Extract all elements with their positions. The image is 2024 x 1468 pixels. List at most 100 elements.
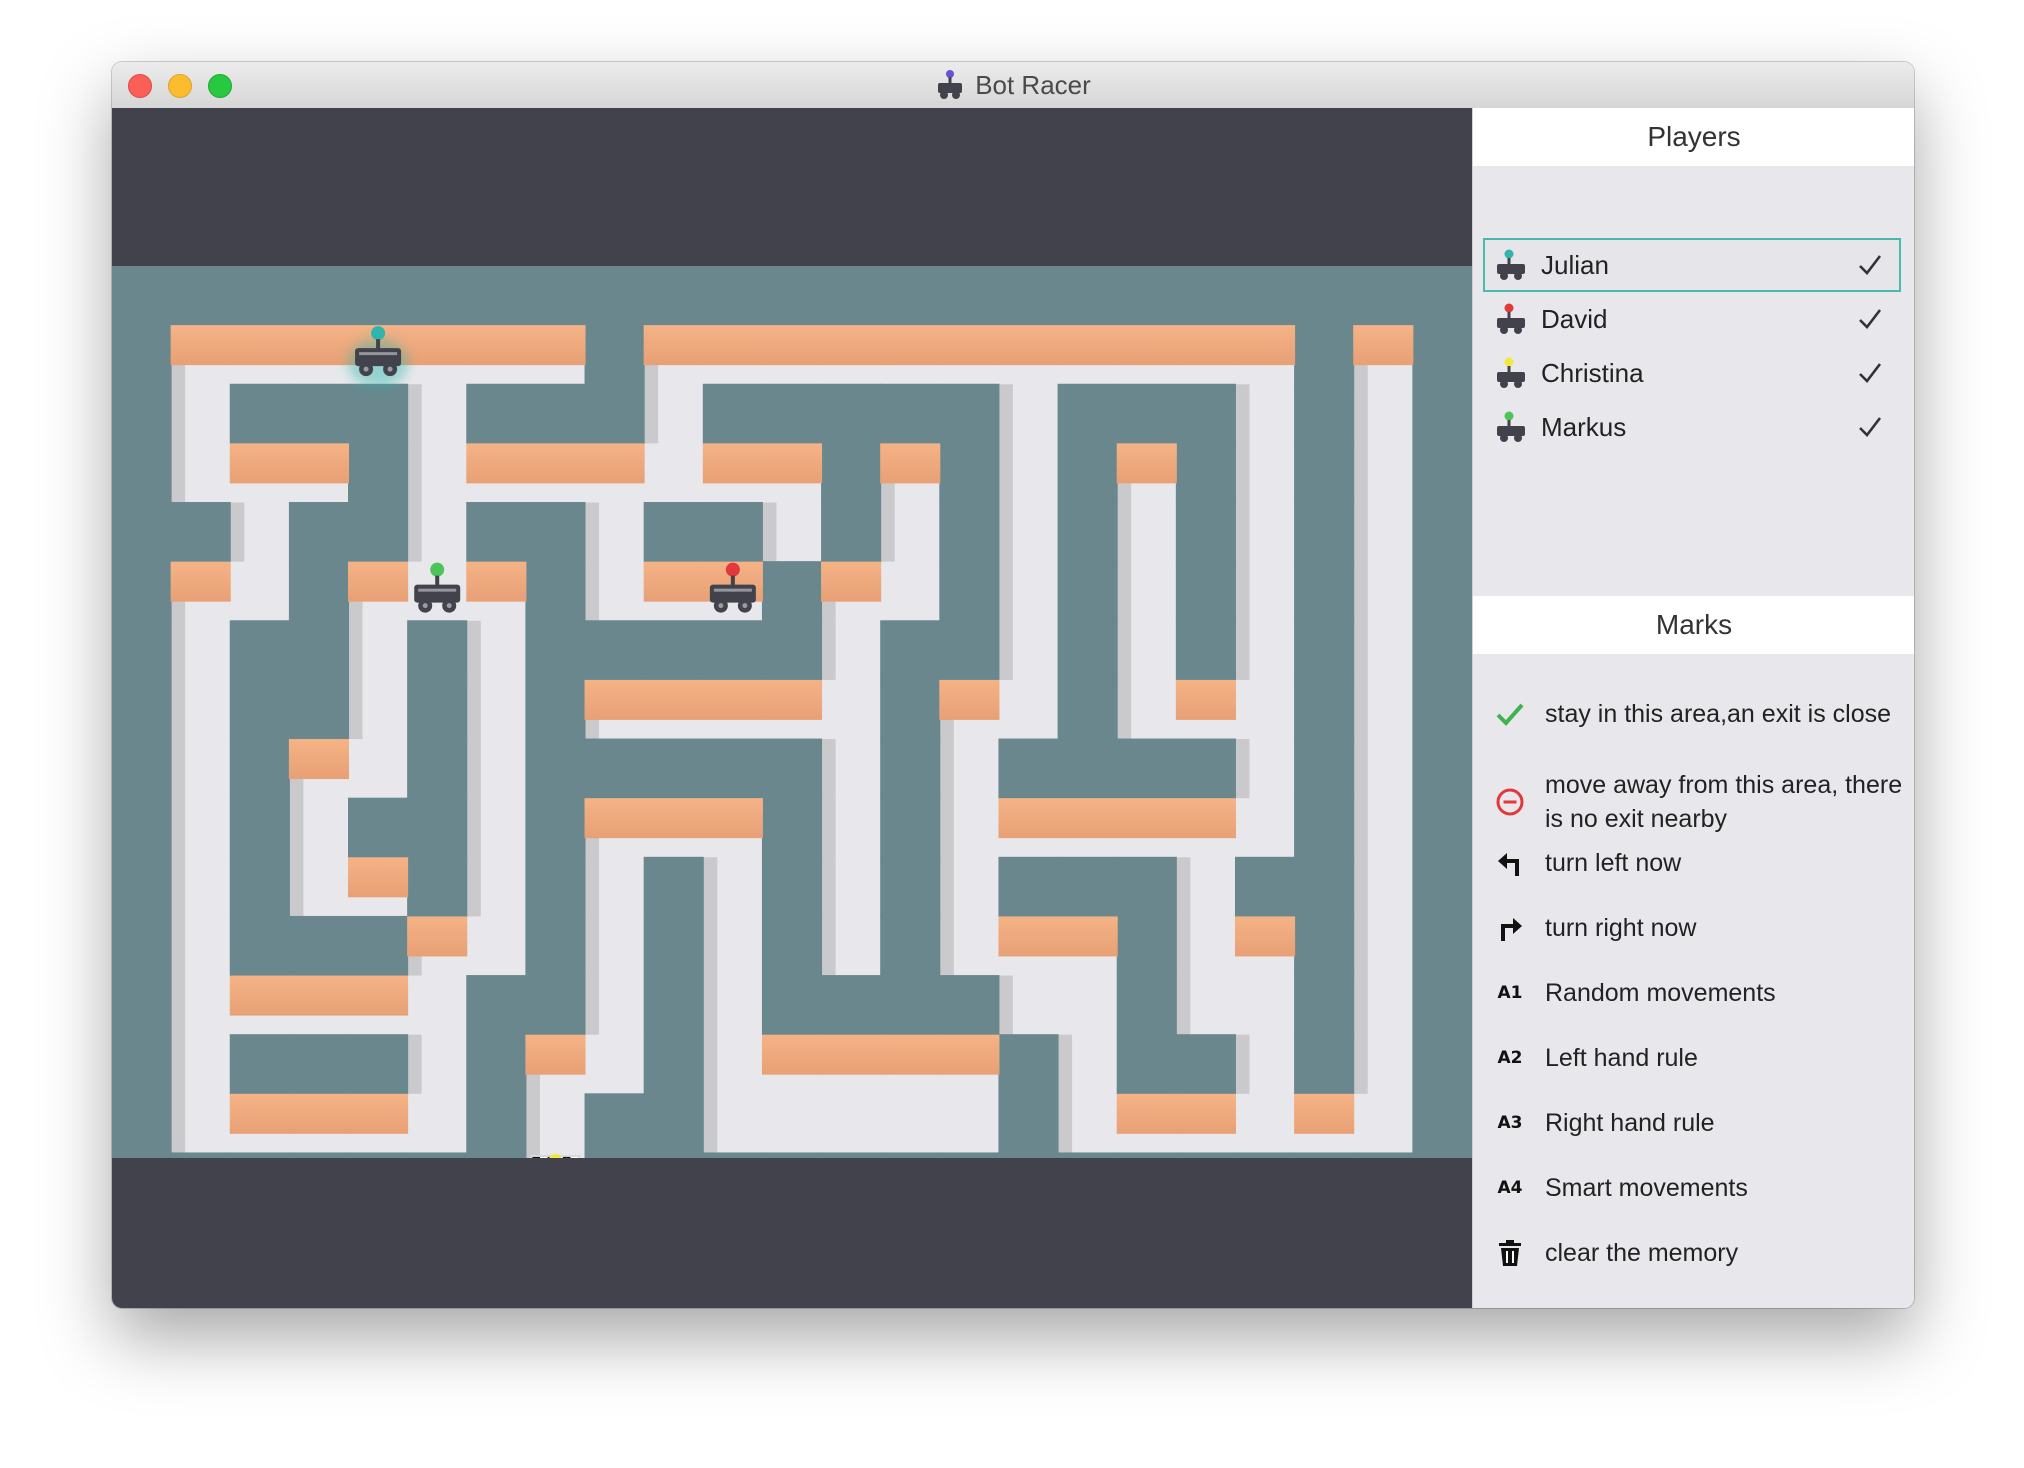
maze-wall [466,502,527,563]
maze-wall [112,1034,172,1095]
player-row[interactable]: Markus [1483,400,1901,454]
wall-face [348,857,409,898]
maze-wall [112,1093,172,1154]
maze-wall [1294,502,1355,563]
wall-face [584,443,645,484]
wall-shadow [1117,502,1132,562]
wall-shadow [466,679,481,740]
mark-label: Right hand rule [1545,1109,1715,1137]
maze-wall [1116,856,1177,917]
maze-wall [229,738,290,799]
maze-wall [348,797,409,858]
player-row[interactable]: David [1483,292,1901,346]
maze-wall [1353,266,1414,326]
maze-wall [525,915,586,977]
wall-shadow [998,384,1013,444]
wall-shadow [1353,739,1368,799]
wall-shadow [585,916,600,976]
player-row[interactable]: Christina [1483,346,1901,400]
maze-wall [821,502,882,563]
mark-item[interactable]: move away from this area, there is no ex… [1493,768,1903,836]
wall-face [288,1093,350,1134]
mark-item[interactable]: A1 Random movements [1493,976,1903,1010]
maze-wall [1412,442,1472,504]
maze-wall [880,1152,941,1158]
maze-wall [525,738,586,799]
wall-shadow [289,798,304,858]
maze-wall [702,620,763,681]
maze-wall [112,975,172,1036]
game-area[interactable] [112,108,1472,1308]
maze-wall [466,975,527,1036]
wall-shadow [171,916,186,976]
maze-wall [466,1093,527,1154]
maze-wall [112,383,172,444]
maze-wall [998,738,1059,799]
wall-face [939,1034,1000,1075]
wall-shadow [585,857,600,917]
maze-wall [229,1152,290,1158]
checkmark-icon[interactable] [1857,252,1883,278]
maze-wall [1294,975,1355,1036]
wall-shadow [1235,1034,1250,1094]
maze-wall [1116,1034,1177,1095]
maze-wall [761,561,823,622]
wall-shadow [407,1034,422,1094]
wall-face [821,325,882,366]
maze-wall [112,738,172,799]
wall-face [525,1034,586,1075]
mark-item[interactable]: turn left now [1493,846,1903,880]
maze-wall [525,383,586,444]
mark-item[interactable]: clear the memory [1493,1236,1903,1270]
checkmark-icon[interactable] [1857,360,1883,386]
wall-shadow [821,916,836,976]
wall-face [525,325,586,366]
wall-face [288,325,350,366]
wall-shadow [1353,1034,1368,1094]
maze-wall [939,1152,1000,1158]
maze-wall [112,266,172,326]
player-row[interactable]: Julian [1483,238,1901,292]
maze-wall [761,738,823,799]
mark-item[interactable]: A4 Smart movements [1493,1171,1903,1205]
wall-face [525,443,586,484]
maze-wall [1057,1152,1118,1158]
maze-wall [939,620,1000,681]
wall-face [1057,798,1118,839]
wall-face [1175,679,1236,720]
maze-wall [1057,266,1118,326]
wall-face [821,1034,882,1075]
maze-wall [880,975,941,1036]
maze-wall [1294,738,1355,799]
mark-item[interactable]: A2 Left hand rule [1493,1041,1903,1075]
maze-wall [407,620,468,681]
wall-face [1353,325,1414,366]
maze-wall [1412,502,1472,563]
wall-shadow [998,620,1013,680]
wall-face [229,1093,290,1134]
maze-wall [1057,679,1118,740]
maze-wall [939,502,1000,563]
mark-item[interactable]: stay in this area,an exit is close [1493,680,1903,748]
maze-wall [643,915,704,977]
maze-wall [1412,797,1472,858]
wall-face [466,561,527,602]
maze-wall [1175,1152,1236,1158]
wall-shadow [585,502,600,562]
maze-wall [288,561,350,622]
maze-wall [939,561,1000,622]
maze-board[interactable] [112,266,1472,1158]
maze-wall [1057,561,1118,622]
mark-item[interactable]: A3 Right hand rule [1493,1106,1903,1140]
wall-face [1057,325,1118,366]
maze-wall [525,266,586,326]
checkmark-icon[interactable] [1857,414,1883,440]
wall-face [939,679,1000,720]
mark-item[interactable]: turn right now [1493,911,1903,945]
wall-shadow [1353,798,1368,858]
wall-shadow [703,857,718,917]
maze-wall [525,561,586,622]
checkmark-icon[interactable] [1857,306,1883,332]
maze-wall [584,620,645,681]
maze-wall [1294,266,1355,326]
